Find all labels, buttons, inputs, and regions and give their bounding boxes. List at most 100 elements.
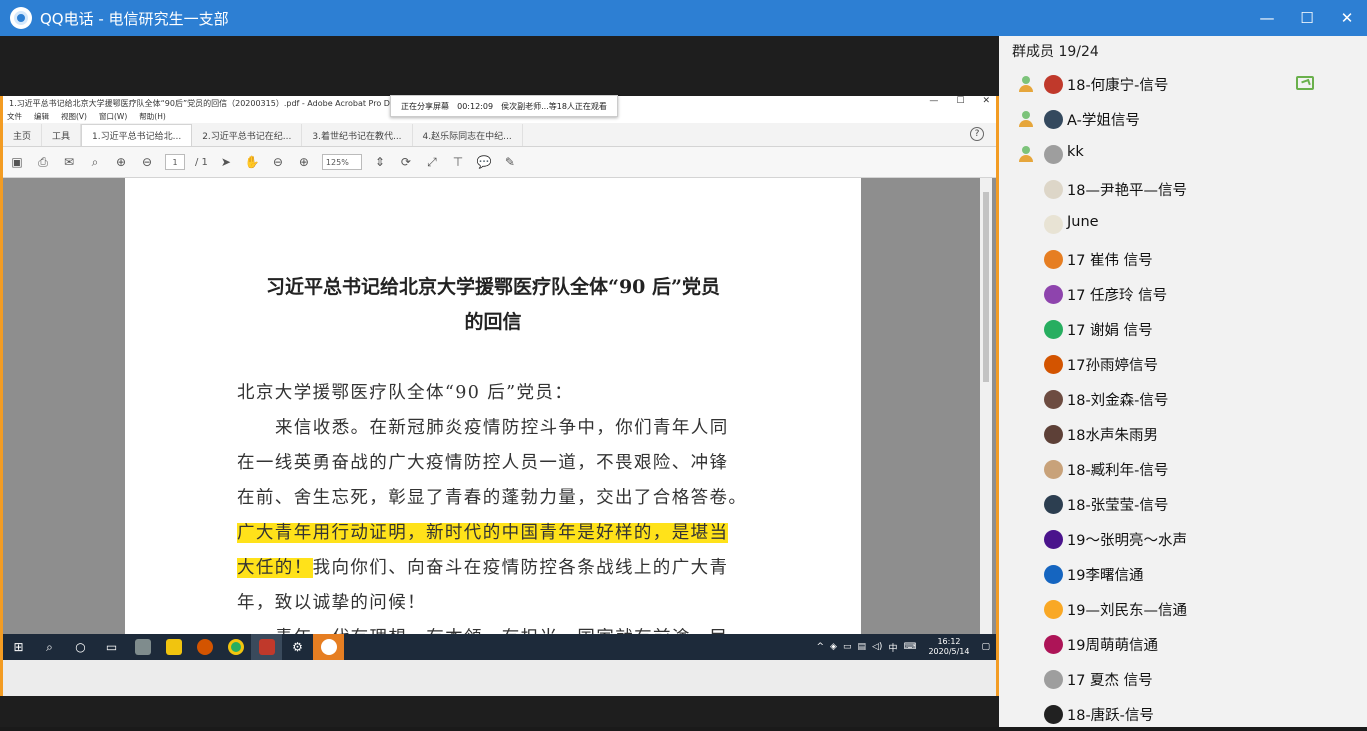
menu-edit[interactable]: 编辑 [34, 111, 49, 122]
hand-icon[interactable]: ✋ [244, 154, 260, 170]
avatar[interactable] [1044, 600, 1063, 619]
avatar[interactable] [1044, 425, 1063, 444]
email-icon[interactable]: ✉ [61, 154, 77, 170]
print-icon[interactable]: ⎙ [35, 154, 51, 170]
member-row[interactable]: 17孙雨婷信号 [999, 346, 1367, 381]
tray-keyboard-icon[interactable]: ⌨ [903, 642, 916, 652]
menu-view[interactable]: 视图(V) [61, 111, 87, 122]
cortana-icon[interactable]: ○ [65, 634, 96, 660]
speaking-user-icon [1017, 75, 1035, 93]
avatar[interactable] [1044, 250, 1063, 269]
taskbar-clock[interactable]: 16:12 2020/5/14 [928, 637, 969, 657]
member-row[interactable]: A-学姐信号 [999, 101, 1367, 136]
tray-chevron-icon[interactable]: ^ [817, 642, 825, 652]
select-cursor-icon[interactable]: ➤ [218, 154, 234, 170]
task-view-icon[interactable]: ▭ [96, 634, 127, 660]
tray-shield-icon[interactable]: ◈ [830, 642, 837, 652]
tab-document-4[interactable]: 4.赵乐际同志在中纪... [413, 124, 523, 146]
tab-document-3[interactable]: 3.着世纪书记在教代... [302, 124, 413, 146]
member-row[interactable]: 17 崔伟 信号 [999, 241, 1367, 276]
member-row[interactable]: 19—刘民东—信通 [999, 591, 1367, 626]
tab-tools[interactable]: 工具 [42, 124, 82, 146]
menu-help[interactable]: 帮助(H) [139, 111, 166, 122]
member-row[interactable]: 18-唐跃-信号 [999, 696, 1367, 731]
notification-icon[interactable]: ▢ [981, 642, 990, 652]
page-up-icon[interactable]: ⊕ [113, 154, 129, 170]
member-row[interactable]: 18-刘金森-信号 [999, 381, 1367, 416]
member-row[interactable]: kk [999, 136, 1367, 171]
chrome-icon[interactable] [220, 634, 251, 660]
window-controls: — ☐ ✕ [1247, 0, 1367, 36]
acrobat-maximize-icon[interactable]: ☐ [956, 96, 964, 106]
fit-page-icon[interactable]: ⇕ [372, 154, 388, 170]
file-explorer-icon[interactable] [158, 634, 189, 660]
page-number-input[interactable]: 1 [165, 154, 185, 170]
member-row[interactable]: 19李曙信通 [999, 556, 1367, 591]
avatar[interactable] [1044, 320, 1063, 339]
menu-window[interactable]: 窗口(W) [99, 111, 127, 122]
qq-taskbar-icon[interactable] [313, 634, 344, 660]
save-icon[interactable]: ▣ [9, 154, 25, 170]
maximize-button[interactable]: ☐ [1287, 0, 1327, 36]
avatar[interactable] [1044, 705, 1063, 724]
tab-home[interactable]: 主页 [3, 124, 43, 146]
powerpoint-icon[interactable] [189, 634, 220, 660]
avatar[interactable] [1044, 495, 1063, 514]
taskbar-app-icon[interactable] [127, 634, 158, 660]
acrobat-taskbar-icon[interactable] [251, 634, 282, 660]
member-row[interactable]: 17 任彦玲 信号 [999, 276, 1367, 311]
menu-file[interactable]: 文件 [7, 111, 22, 122]
tab-document-1[interactable]: 1.习近平总书记给北... [81, 124, 193, 146]
screen-share-icon[interactable] [1296, 76, 1314, 90]
tab-document-2[interactable]: 2.习近平总书记在纪... [192, 124, 303, 146]
zoom-out-icon[interactable]: ⊖ [270, 154, 286, 170]
taskbar-search-icon[interactable]: ⌕ [34, 634, 65, 660]
avatar[interactable] [1044, 635, 1063, 654]
member-row[interactable]: 18水声朱雨男 [999, 416, 1367, 451]
acrobat-minimize-icon[interactable]: — [929, 96, 938, 106]
zoom-in-icon[interactable]: ⊕ [296, 154, 312, 170]
avatar[interactable] [1044, 285, 1063, 304]
windows-start-icon[interactable]: ⊞ [3, 634, 34, 660]
avatar[interactable] [1044, 390, 1063, 409]
avatar[interactable] [1044, 180, 1063, 199]
avatar[interactable] [1044, 75, 1063, 94]
member-row[interactable]: 18—尹艳平—信号 [999, 171, 1367, 206]
settings-icon[interactable]: ⚙ [282, 634, 313, 660]
avatar[interactable] [1044, 530, 1063, 549]
avatar[interactable] [1044, 110, 1063, 129]
member-row[interactable]: 19周萌萌信通 [999, 626, 1367, 661]
rotate-icon[interactable]: ⟳ [398, 154, 414, 170]
help-icon[interactable]: ? [970, 127, 984, 141]
comment-icon[interactable]: 💬 [476, 154, 492, 170]
document-viewer[interactable]: 习近平总书记给北京大学援鄂医疗队全体“90 后”党员 的回信 北京大学援鄂医疗队… [3, 178, 996, 634]
member-row[interactable]: June [999, 206, 1367, 241]
scrollbar-thumb[interactable] [983, 192, 989, 382]
avatar[interactable] [1044, 355, 1063, 374]
avatar[interactable] [1044, 670, 1063, 689]
avatar[interactable] [1044, 460, 1063, 479]
avatar[interactable] [1044, 565, 1063, 584]
member-row[interactable]: 17 夏杰 信号 [999, 661, 1367, 696]
member-row[interactable]: 18-何康宁-信号 [999, 66, 1367, 101]
pen-icon[interactable]: ✎ [502, 154, 518, 170]
acrobat-close-icon[interactable]: ✕ [982, 96, 990, 106]
member-row[interactable]: 19～张明亮～水声 [999, 521, 1367, 556]
member-row[interactable]: 18-张莹莹-信号 [999, 486, 1367, 521]
tray-network-icon[interactable]: ▤ [857, 642, 866, 652]
page-down-icon[interactable]: ⊖ [139, 154, 155, 170]
member-row[interactable]: 18-臧利年-信号 [999, 451, 1367, 486]
zoom-select[interactable]: 125% [321, 154, 362, 170]
fullscreen-icon[interactable]: ⤢ [424, 154, 440, 170]
ime-indicator[interactable]: 中 [888, 641, 897, 654]
close-button[interactable]: ✕ [1327, 0, 1367, 36]
avatar[interactable] [1044, 215, 1063, 234]
member-row[interactable]: 17 谢娟 信号 [999, 311, 1367, 346]
minimize-button[interactable]: — [1247, 0, 1287, 36]
tray-battery-icon[interactable]: ▭ [843, 642, 852, 652]
search-icon[interactable]: ⌕ [87, 154, 103, 170]
stamp-icon[interactable]: ⊤ [450, 154, 466, 170]
avatar[interactable] [1044, 145, 1063, 164]
document-scrollbar[interactable] [980, 178, 992, 634]
tray-volume-icon[interactable]: ◁) [872, 642, 882, 652]
